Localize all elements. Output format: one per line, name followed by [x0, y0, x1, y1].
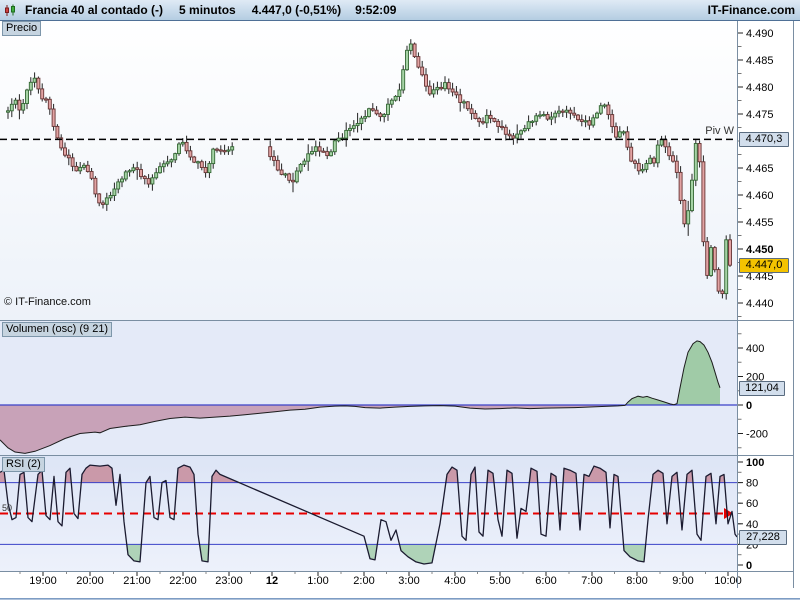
axis-tick-label: 4:00	[444, 575, 465, 587]
axis-tick-label: 400	[746, 343, 764, 355]
instrument-name: Francia 40 al contado (-)	[25, 3, 164, 17]
tab-rsi-indicator[interactable]: RSI (2)	[2, 457, 45, 472]
tab-volume-indicator[interactable]: Volumen (osc) (9 21)	[2, 322, 113, 337]
top-bar: Francia 40 al contado (-) 5 minutos 4.44…	[0, 0, 800, 21]
tab-price-panel[interactable]: Precio	[2, 21, 42, 36]
axis-tick-label: 8:00	[626, 575, 647, 587]
rsi-value-box: 27,228	[739, 530, 787, 545]
axis-tick-label: 4.440	[746, 298, 774, 310]
pivot-line-label: Piv W	[705, 125, 734, 137]
axis-tick-label: 0	[746, 400, 752, 412]
axis-tick-label: 4.465	[746, 163, 774, 175]
axis-tick-label: 19:00	[29, 575, 57, 587]
rsi-mid-level-label: 50	[2, 503, 13, 513]
axis-tick-label: 7:00	[581, 575, 602, 587]
axis-tick-label: 20:00	[76, 575, 104, 587]
axis-tick-label: 2:00	[353, 575, 374, 587]
brand-link[interactable]: IT-Finance.com	[708, 3, 795, 17]
axis-tick-label: 4.450	[746, 244, 774, 256]
last-price-change: 4.447,0 (-0,51%)	[251, 3, 342, 17]
last-price-box: 4.447,0	[739, 258, 789, 273]
trading-app-window: 4.490 4.485 4.480 4.475 4.465 4.460 4.455 4.450…	[0, 0, 800, 600]
axis-tick-label: 1:00	[307, 575, 328, 587]
axis-tick-label: 12	[266, 575, 278, 587]
axis-tick-label: 4.460	[746, 190, 774, 202]
axis-tick-label: 100	[746, 457, 764, 469]
axis-tick-label: 23:00	[215, 575, 243, 587]
axis-tick-label: 60	[746, 498, 758, 510]
candlestick-icon	[4, 4, 17, 17]
axis-tick-label: 4.455	[746, 217, 774, 229]
axis-tick-label: 40	[746, 519, 758, 531]
watermark: © IT-Finance.com	[4, 296, 91, 308]
axis-tick-label: 4.485	[746, 55, 774, 67]
volume-value-box: 121,04	[739, 381, 785, 396]
axis-tick-label: 4.475	[746, 109, 774, 121]
axis-tick-label: 3:00	[398, 575, 419, 587]
clock: 9:52:09	[355, 3, 397, 17]
axis-tick-label: 80	[746, 478, 758, 490]
timeframe-label: 5 minutos	[179, 3, 236, 17]
chart-canvas[interactable]: 4.490 4.485 4.480 4.475 4.465 4.460 4.455 4.450…	[0, 0, 800, 600]
axis-tick-label: 22:00	[169, 575, 197, 587]
pivot-value-box: 4.470,3	[739, 132, 789, 147]
axis-tick-label: 0	[746, 560, 752, 572]
axis-tick-label: 6:00	[535, 575, 556, 587]
axis-tick-label: 4.490	[746, 28, 774, 40]
axis-tick-label: 5:00	[489, 575, 510, 587]
axis-tick-label: -200	[746, 429, 768, 441]
axis-tick-label: 21:00	[123, 575, 151, 587]
axis-tick-label: 9:00	[672, 575, 693, 587]
axis-tick-label: 4.480	[746, 82, 774, 94]
